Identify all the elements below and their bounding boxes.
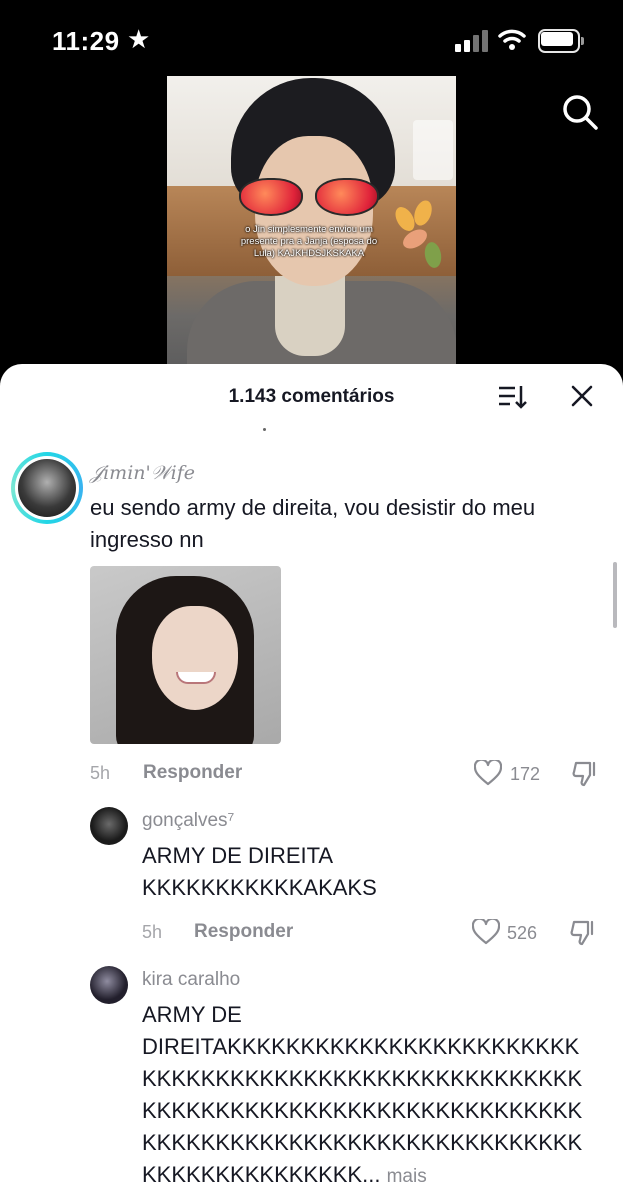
like-count: 172 bbox=[510, 764, 541, 784]
comment-text: eu sendo army de direita, vou desistir d… bbox=[90, 495, 536, 552]
reply-text-line: KKKKKKKKKKKKKKKKKKKKKKKKKKKKKK bbox=[142, 1066, 583, 1091]
like-count: 526 bbox=[507, 923, 538, 943]
reply-text-line: KKKKKKKKKKKKKKKKKKKKKKKKKKKKKK bbox=[142, 1098, 583, 1123]
cellular-signal-icon bbox=[455, 30, 489, 52]
comments-count-title: 1.143 comentários bbox=[228, 386, 395, 407]
avatar[interactable] bbox=[90, 966, 128, 1004]
reply-button[interactable]: Responder bbox=[143, 762, 242, 784]
reply-text-line: KKKKKKKKKKKAKAKS bbox=[142, 875, 377, 900]
reply-text-truncated: KKKKKKKKKKKKKKK... bbox=[142, 1162, 381, 1187]
scrollbar[interactable] bbox=[613, 562, 617, 628]
reply-text-line: KKKKKKKKKKKKKKKKKKKKKKKKKKKKKK bbox=[142, 1130, 583, 1155]
wifi-icon bbox=[498, 29, 526, 50]
avatar[interactable] bbox=[90, 807, 128, 845]
comment-username[interactable]: 𝒥imin'𝒲ife bbox=[90, 462, 195, 484]
avatar[interactable] bbox=[11, 452, 83, 524]
clock: 11:29 bbox=[52, 26, 120, 56]
comment-time: 5h bbox=[90, 763, 111, 783]
reply-button[interactable]: Responder bbox=[194, 921, 293, 943]
comments-panel: 1.143 comentários 𝒥imin'𝒲ife eu sendo ar… bbox=[0, 364, 623, 1200]
divider-dot bbox=[263, 428, 266, 431]
status-bar: 11:29 ★ bbox=[0, 0, 623, 80]
reply-text-line: ARMY DE DIREITA bbox=[142, 843, 334, 868]
close-icon[interactable] bbox=[570, 384, 594, 408]
more-link[interactable]: mais bbox=[387, 1166, 427, 1187]
sort-icon[interactable] bbox=[497, 384, 527, 410]
thumbs-down-icon[interactable] bbox=[569, 919, 597, 947]
reply-username[interactable]: gonçalves⁷ bbox=[142, 810, 234, 832]
reply-text-line: ARMY DE bbox=[142, 1002, 242, 1027]
reply-text-line: DIREITAKKKKKKKKKKKKKKKKKKKKKKKK bbox=[142, 1034, 580, 1059]
star-icon: ★ bbox=[127, 24, 151, 54]
battery-icon bbox=[538, 29, 584, 53]
reply-username[interactable]: kira caralho bbox=[142, 969, 240, 991]
video-player[interactable]: o Jin simplesmente enviou um presente pr… bbox=[167, 76, 456, 376]
video-caption: o Jin simplesmente enviou um presente pr… bbox=[240, 224, 378, 259]
reply-text-line: KKKKKKKKKKKKKKK... mais bbox=[142, 1159, 427, 1193]
reply-time: 5h bbox=[142, 922, 163, 942]
thumbs-down-icon[interactable] bbox=[571, 760, 599, 788]
search-icon[interactable] bbox=[560, 92, 600, 132]
heart-icon[interactable] bbox=[472, 919, 500, 945]
heart-icon[interactable] bbox=[474, 760, 502, 786]
comment-attached-image[interactable] bbox=[90, 566, 281, 744]
